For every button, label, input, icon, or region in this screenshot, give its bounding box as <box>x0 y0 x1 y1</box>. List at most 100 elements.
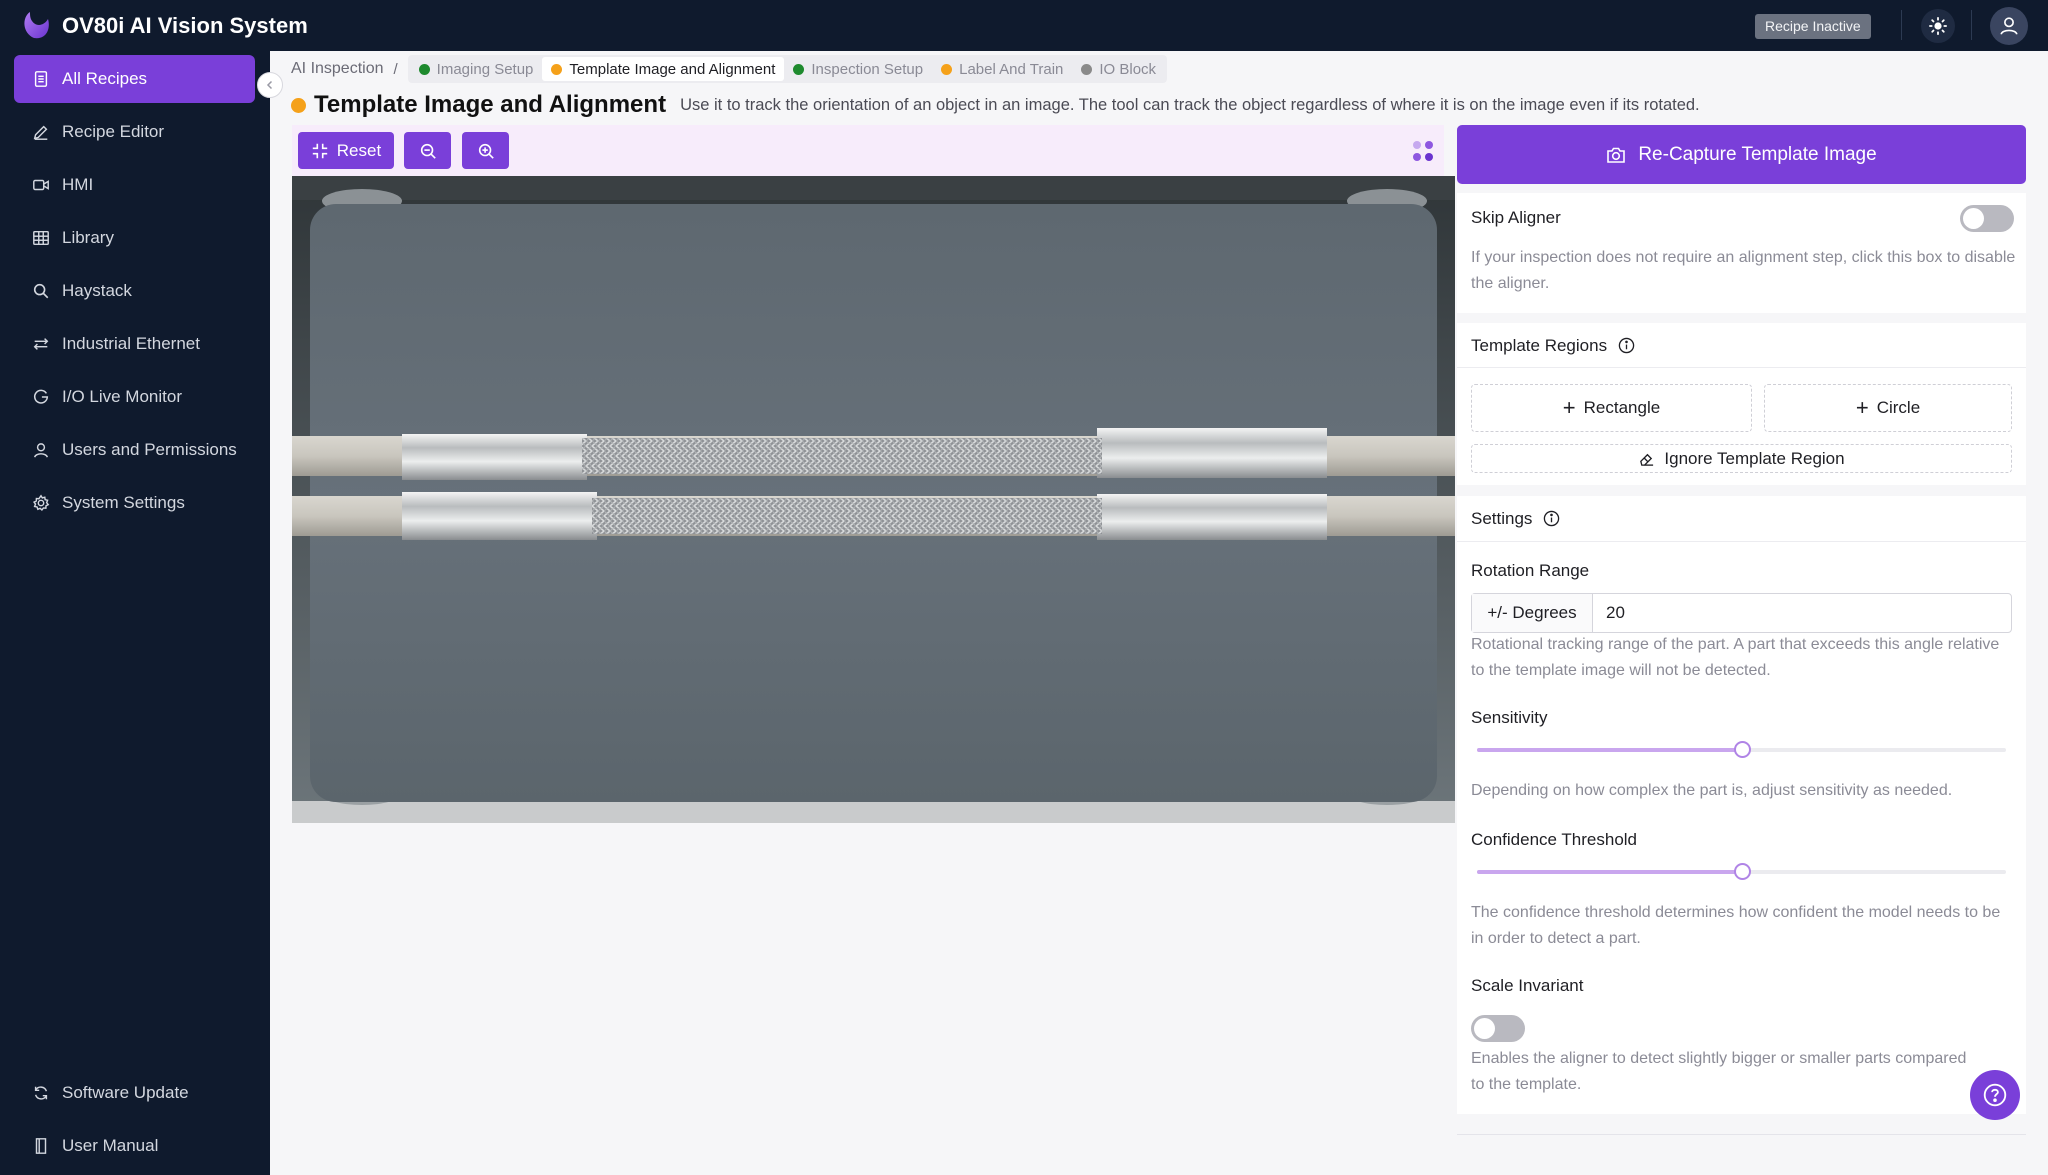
sidebar-item-label: User Manual <box>62 1136 159 1155</box>
refresh-icon <box>34 1086 48 1100</box>
divider <box>1901 10 1902 40</box>
help-button[interactable] <box>1970 1070 2020 1120</box>
document-list-icon <box>34 71 48 87</box>
circle-label: Circle <box>1876 398 1921 417</box>
sidebar-item-system-settings[interactable]: System Settings <box>14 479 255 527</box>
reset-button[interactable]: Reset <box>298 132 394 169</box>
scale-invariant-toggle[interactable] <box>1471 1015 1525 1042</box>
sensitivity-help: Depending on how complex the part is, ad… <box>1471 782 1953 799</box>
template-regions-card: Template Regions + Rectangle + Circle Ig… <box>1457 323 2026 485</box>
camera-icon <box>1607 147 1626 163</box>
slider-thumb[interactable] <box>1733 741 1751 758</box>
page-header: Template Image and Alignment Use it to t… <box>291 91 1700 119</box>
gear-icon <box>32 494 50 511</box>
sidebar-item-label: Haystack <box>62 281 132 300</box>
divider <box>1457 1134 2026 1135</box>
divider <box>1457 541 2026 542</box>
template-image-canvas <box>292 176 1455 823</box>
scale-invariant-label: Scale Invariant <box>1471 976 1584 995</box>
slider-fill <box>1477 870 1742 874</box>
sidebar-item-label: Users and Permissions <box>62 440 237 459</box>
zoom-in-icon <box>478 143 494 159</box>
zoom-out-icon <box>420 143 436 159</box>
toggle-knob <box>1474 1018 1495 1039</box>
ignore-region-label: Ignore Template Region <box>1664 448 1845 468</box>
sidebar-item-user-manual[interactable]: User Manual <box>14 1122 255 1170</box>
ethernet-icon <box>33 338 49 350</box>
zoom-in-button[interactable] <box>462 132 509 169</box>
template-image[interactable] <box>292 176 1455 823</box>
scale-invariant-help: Enables the aligner to detect slightly b… <box>1471 1050 1967 1093</box>
sidebar-item-library[interactable]: Library <box>14 214 255 262</box>
slider-thumb[interactable] <box>1733 863 1751 880</box>
tab-imaging-setup[interactable]: Imaging Setup <box>410 57 543 81</box>
tab-inspection-setup[interactable]: Inspection Setup <box>784 57 932 81</box>
settings-title: Settings <box>1471 509 1560 529</box>
tab-label-and-train[interactable]: Label And Train <box>932 57 1072 81</box>
info-icon[interactable] <box>1618 337 1635 354</box>
settings-label: Settings <box>1471 509 1533 528</box>
divider <box>1971 10 1972 40</box>
sidebar-item-label: HMI <box>62 175 94 194</box>
sidebar-item-hmi[interactable]: HMI <box>14 161 255 209</box>
recapture-label: Re-Capture Template Image <box>1638 143 1877 165</box>
status-dot <box>291 97 306 113</box>
sidebar-item-users-and-permissions[interactable]: Users and Permissions <box>14 426 255 474</box>
sidebar-item-all-recipes[interactable]: All Recipes <box>14 55 255 103</box>
sensitivity-slider[interactable] <box>1477 741 2006 758</box>
status-dot <box>1081 63 1093 75</box>
theme-toggle-button[interactable] <box>1921 9 1955 43</box>
slider-fill <box>1477 748 1742 752</box>
breadcrumb: AI Inspection / Imaging Setup Template I… <box>291 55 1168 83</box>
breadcrumb-separator: / <box>393 60 398 78</box>
tab-io-block[interactable]: IO Block <box>1072 57 1165 81</box>
skip-aligner-card: Skip Aligner If your inspection does not… <box>1457 193 2026 313</box>
confidence-threshold-slider[interactable] <box>1477 863 2006 880</box>
info-icon[interactable] <box>1543 510 1560 527</box>
add-circle-button[interactable]: + Circle <box>1764 384 2012 432</box>
io-monitor-icon <box>33 389 49 404</box>
step-tabs: Imaging Setup Template Image and Alignme… <box>407 55 1168 83</box>
rotation-range-label: Rotation Range <box>1471 561 1590 580</box>
rotation-range-input-group: +/- Degrees <box>1471 593 2012 633</box>
status-dot <box>793 63 805 75</box>
template-regions-label: Template Regions <box>1471 336 1608 355</box>
skip-aligner-help: If your inspection does not require an a… <box>1471 249 2016 292</box>
sidebar: All Recipes Recipe Editor HMI Library Ha… <box>0 51 270 1175</box>
settings-card: Settings Rotation Range +/- Degrees Rota… <box>1457 496 2026 1114</box>
collapse-arrows-icon <box>312 143 327 158</box>
sidebar-item-software-update[interactable]: Software Update <box>14 1069 255 1117</box>
sidebar-item-label: System Settings <box>62 493 185 512</box>
tab-label: Label And Train <box>959 60 1064 78</box>
ignore-template-region-button[interactable]: Ignore Template Region <box>1471 444 2012 473</box>
top-bar: OV80i AI Vision System Recipe Inactive <box>0 0 2048 51</box>
breadcrumb-root[interactable]: AI Inspection <box>291 60 384 78</box>
user-menu-button[interactable] <box>1990 7 2028 45</box>
tab-label: IO Block <box>1099 60 1157 78</box>
add-rectangle-button[interactable]: + Rectangle <box>1471 384 1752 432</box>
skip-aligner-toggle[interactable] <box>1960 205 2014 232</box>
sidebar-item-label: Library <box>62 228 114 247</box>
sidebar-item-label: Recipe Editor <box>62 122 165 141</box>
sidebar-item-io-live-monitor[interactable]: I/O Live Monitor <box>14 373 255 421</box>
book-icon <box>35 1138 47 1154</box>
collapse-sidebar-button[interactable] <box>257 72 283 98</box>
user-icon <box>33 443 49 458</box>
chevron-left-icon <box>266 80 273 90</box>
toggle-knob <box>1963 208 1984 229</box>
status-dot <box>941 63 953 75</box>
sidebar-item-recipe-editor[interactable]: Recipe Editor <box>14 108 255 156</box>
reset-label: Reset <box>336 140 382 160</box>
sidebar-item-industrial-ethernet[interactable]: Industrial Ethernet <box>14 320 255 368</box>
rotation-range-input[interactable] <box>1593 594 2011 632</box>
zoom-out-button[interactable] <box>404 132 451 169</box>
sidebar-item-label: I/O Live Monitor <box>62 387 182 406</box>
rectangle-label: Rectangle <box>1583 398 1661 417</box>
recapture-template-button[interactable]: Re-Capture Template Image <box>1457 125 2026 184</box>
sidebar-item-haystack[interactable]: Haystack <box>14 267 255 315</box>
tab-template-image-and-alignment[interactable]: Template Image and Alignment <box>542 57 785 81</box>
tab-label: Imaging Setup <box>436 60 534 78</box>
pencil-icon <box>33 125 48 140</box>
skip-aligner-label: Skip Aligner <box>1471 208 1561 227</box>
rotation-unit-addon: +/- Degrees <box>1472 594 1593 632</box>
